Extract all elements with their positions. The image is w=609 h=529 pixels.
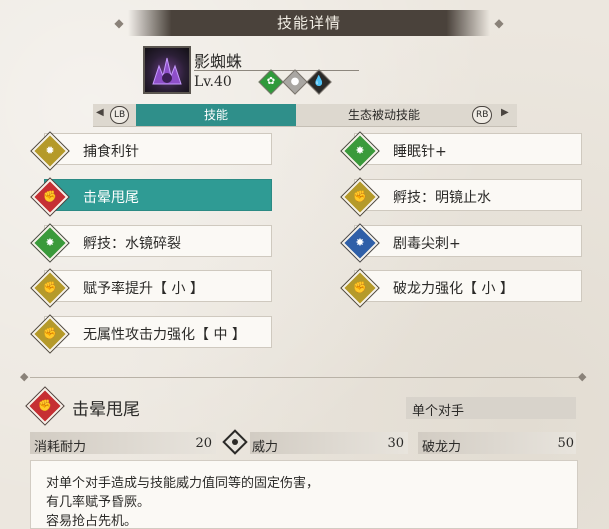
rb-button[interactable]: RB [472,106,493,124]
water-icon: 💧 [306,69,332,95]
title-ornament-right: ◆ [494,16,504,30]
lb-button[interactable]: LB [110,106,130,124]
skill-detail-name: 击晕甩尾 [72,400,140,420]
monster-portrait [143,46,191,94]
neutral-icon: ● [282,69,308,95]
skill-item-rate-up-small[interactable]: 赋予率提升【 小 】 [44,270,272,302]
skill-label: 赋予率提升【 小 】 [83,281,204,297]
page-title: 技能详情 [128,10,490,36]
title-ornament-left: ◆ [114,16,124,30]
section-divider [30,377,578,378]
target-text: 单个对手 [412,404,465,419]
skill-item-water-mirror-shatter[interactable]: 孵技：水镜碎裂 [44,225,272,257]
description-line: 对单个对手造成与技能威力值同等的固定伤害， [46,476,320,491]
monster-level: Lv.40 [194,74,232,90]
skill-label: 剧毒尖刺+ [393,236,461,252]
skill-item-predatory-sting[interactable]: 捕食利针 [44,133,272,165]
skill-label: 击晕甩尾 [83,190,139,206]
grass-icon: ✿ [258,69,284,95]
stamina-cost-label: 消耗耐力 [34,440,87,455]
description-line: 容易抢占先机。 [46,514,138,529]
dragon-power-label: 破龙力 [422,440,462,455]
name-underline [194,70,359,71]
tab-skills[interactable]: 技能 [136,104,296,126]
skill-label: 破龙力强化【 小 】 [393,281,514,297]
skill-label: 孵技：水镜碎裂 [83,236,181,252]
divider-ornament-right: ◆ [578,370,587,383]
skill-label: 无属性攻击力强化【 中 】 [83,327,246,343]
power-label: 威力 [252,440,279,455]
skill-label: 捕食利针 [83,144,139,160]
power-value: 30 [387,436,404,451]
fist-icon: ✊ [26,387,64,425]
dragon-power-value: 50 [557,436,574,451]
skill-item-nonelemental-attack-mid[interactable]: 无属性攻击力强化【 中 】 [44,316,272,348]
skill-item-dragon-power-small[interactable]: 破龙力强化【 小 】 [354,270,582,302]
description-line: 有几率赋予昏厥。 [46,495,151,510]
divider-ornament-left: ◆ [20,370,29,383]
power-icon [222,429,248,455]
monster-name: 影蜘蛛 [194,52,243,71]
tab-eco-passive[interactable]: 生态被动技能 [296,104,472,126]
skill-item-toxic-spike-plus[interactable]: 剧毒尖刺+ [354,225,582,257]
arrow-left-icon: ◀ [96,107,104,118]
skill-label: 孵技：明镜止水 [393,190,491,206]
skill-item-mirror-still-water[interactable]: 孵技：明镜止水 [354,179,582,211]
stamina-cost-value: 20 [195,436,212,451]
arrow-right-icon: ▶ [501,107,509,118]
skill-item-stun-tail[interactable]: 击晕甩尾 [44,179,272,211]
skill-item-sleep-sting-plus[interactable]: 睡眠针+ [354,133,582,165]
skill-label: 睡眠针+ [393,144,447,160]
